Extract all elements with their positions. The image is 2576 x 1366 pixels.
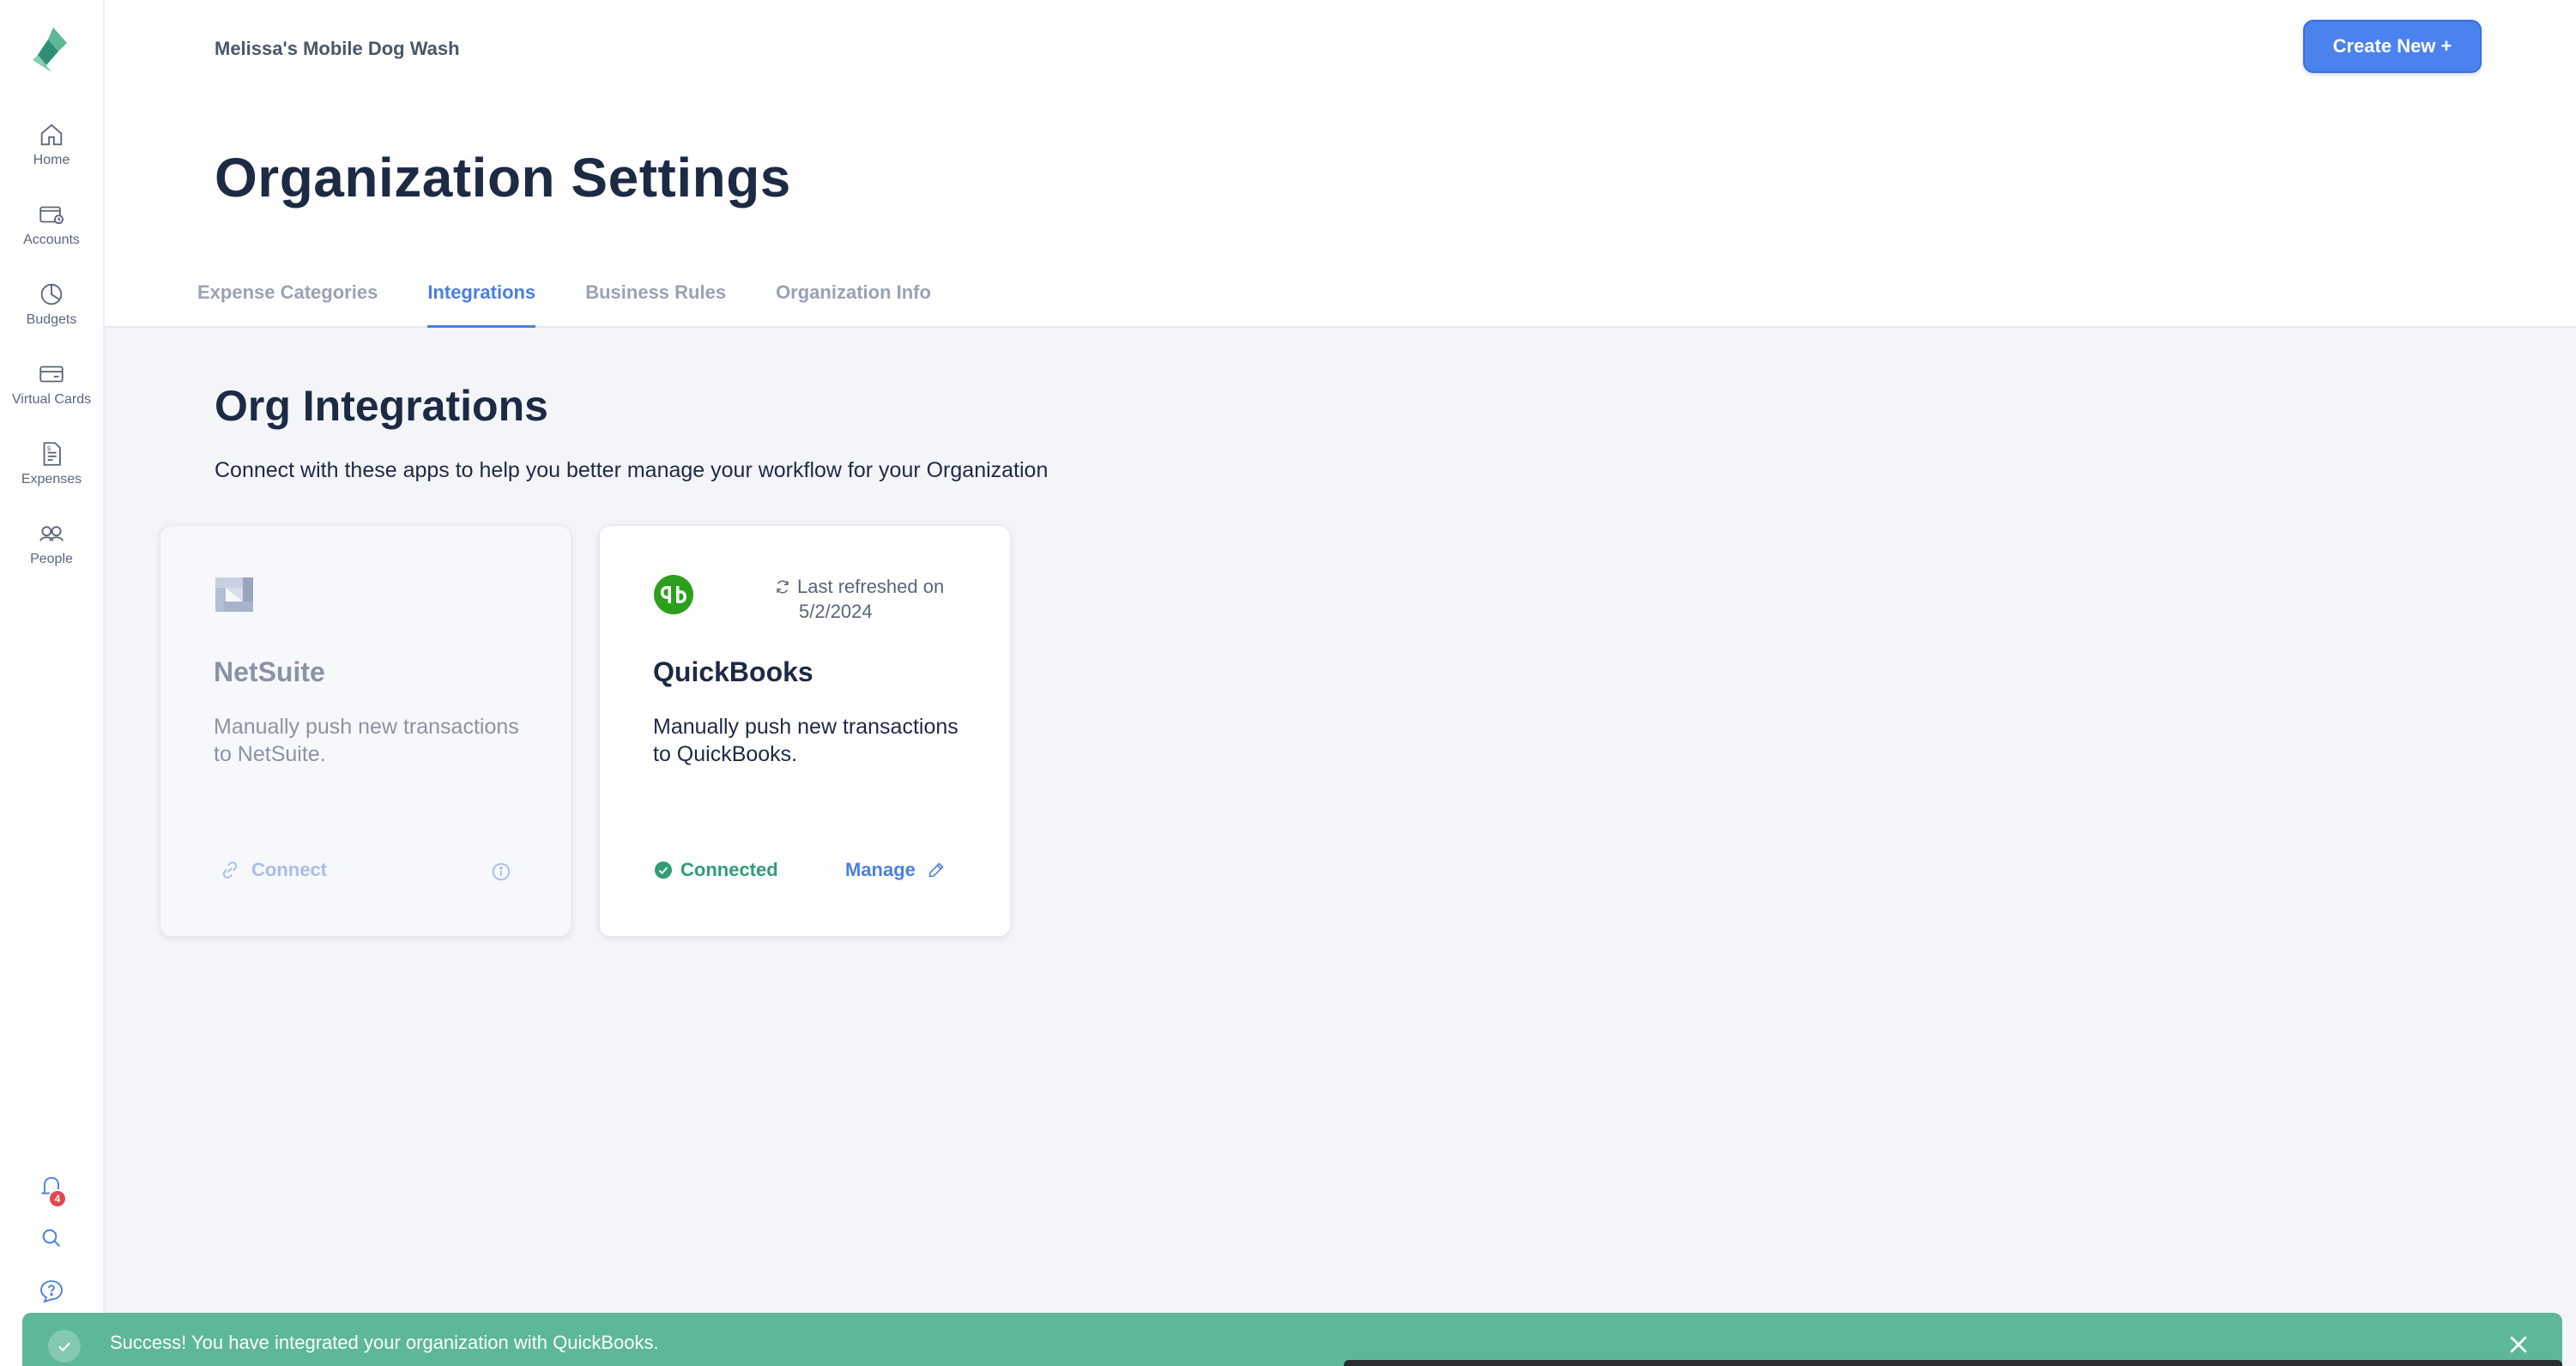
sidebar-item-home[interactable]: Home: [0, 120, 103, 189]
section-description: Connect with these apps to help you bett…: [215, 458, 1049, 482]
accounts-icon: [39, 206, 63, 225]
tab-integrations[interactable]: Integrations: [427, 281, 535, 328]
budgets-icon: [40, 283, 63, 305]
refresh-icon[interactable]: [773, 577, 792, 596]
main-content: Org Integrations Connect with these apps…: [105, 328, 2576, 1366]
tab-expense-categories[interactable]: Expense Categories: [197, 281, 378, 328]
page-header: Melissa's Mobile Dog Wash Create New + O…: [105, 0, 2576, 328]
sidebar-item-label: Virtual Cards: [11, 392, 92, 407]
notification-badge: 4: [48, 1189, 67, 1208]
bottom-overlay-strip: [1344, 1360, 2562, 1366]
page-title: Organization Settings: [215, 147, 791, 209]
last-refreshed-label: Last refreshed on: [797, 576, 945, 597]
connection-status-label: Connected: [680, 859, 778, 880]
integration-name: QuickBooks: [653, 656, 813, 687]
quickbooks-logo-icon: [653, 574, 694, 615]
search-button[interactable]: [0, 1224, 103, 1252]
sidebar-item-label: People: [30, 552, 73, 566]
netsuite-logo-icon: [214, 574, 255, 615]
connect-button[interactable]: Connect: [219, 859, 327, 881]
integration-description: Manually push new transactions to NetSui…: [214, 715, 519, 766]
sidebar-item-expenses[interactable]: $ Expenses: [0, 439, 103, 508]
sidebar-item-budgets[interactable]: Budgets: [0, 280, 103, 348]
success-toast: Success! You have integrated your organi…: [22, 1313, 2562, 1366]
integration-description: Manually push new transactions to QuickB…: [653, 715, 958, 766]
success-icon: [48, 1330, 81, 1363]
sidebar-item-label: Accounts: [23, 233, 80, 247]
tab-business-rules[interactable]: Business Rules: [585, 281, 726, 328]
connect-label: Connect: [251, 859, 327, 880]
pencil-icon: [928, 862, 944, 878]
settings-tabs: Expense Categories Integrations Business…: [197, 281, 981, 328]
manage-label: Manage: [845, 859, 916, 880]
tab-organization-info[interactable]: Organization Info: [776, 281, 931, 328]
help-button[interactable]: [0, 1278, 103, 1305]
toast-message: Success! You have integrated your organi…: [110, 1332, 659, 1353]
sidebar-item-label: Budgets: [26, 312, 77, 327]
sidebar-item-label: Home: [33, 153, 70, 167]
close-icon[interactable]: [2506, 1332, 2531, 1357]
last-refreshed-date: 5/2/2024: [799, 601, 873, 622]
help-icon: [40, 1280, 63, 1303]
connection-status: Connected: [653, 859, 778, 881]
sidebar: Home Accounts Budgets Virtual Cards $ Ex…: [0, 0, 105, 1366]
sidebar-item-accounts[interactable]: Accounts: [0, 200, 103, 269]
app-logo[interactable]: [29, 26, 70, 74]
sidebar-item-people[interactable]: People: [0, 519, 103, 588]
notifications-button[interactable]: 4: [0, 1172, 103, 1208]
check-circle-icon: [655, 861, 672, 879]
search-icon: [42, 1229, 61, 1248]
integration-name: NetSuite: [214, 656, 325, 687]
manage-button[interactable]: Manage: [845, 859, 946, 881]
info-icon[interactable]: [490, 861, 512, 883]
card-icon: [39, 366, 63, 383]
home-icon: [40, 124, 63, 146]
last-refreshed: Last refreshed on 5/2/2024: [773, 574, 944, 624]
sidebar-item-virtual-cards[interactable]: Virtual Cards: [0, 360, 103, 428]
integration-card-netsuite: NetSuite Manually push new transactions …: [160, 525, 571, 937]
organization-name: Melissa's Mobile Dog Wash: [215, 38, 460, 59]
integration-card-quickbooks: Last refreshed on 5/2/2024 QuickBooks Ma…: [599, 525, 1011, 937]
link-icon: [222, 861, 238, 879]
expenses-icon: $: [43, 442, 61, 466]
people-icon: [39, 526, 63, 541]
create-new-button[interactable]: Create New +: [2303, 20, 2482, 73]
sidebar-item-label: Expenses: [21, 472, 82, 487]
section-title: Org Integrations: [215, 382, 548, 430]
svg-text:$: $: [47, 445, 51, 452]
